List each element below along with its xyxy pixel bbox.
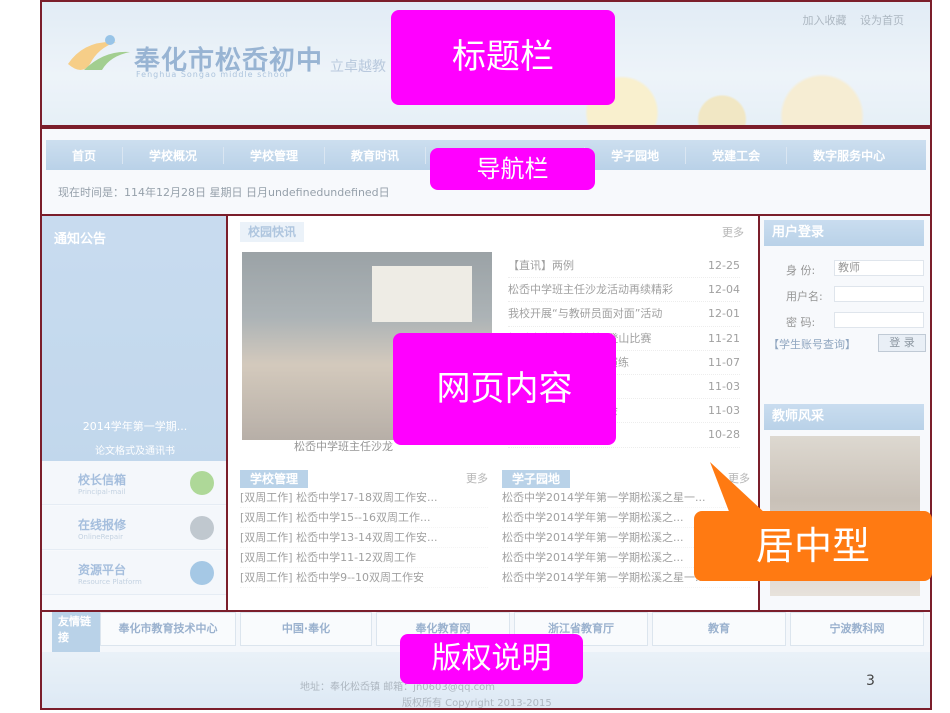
nav-item-digital[interactable]: 数字服务中心 <box>787 147 911 164</box>
school-management-tab[interactable]: 学校管理 <box>240 470 309 488</box>
nav-item-management[interactable]: 学校管理 <box>224 146 326 164</box>
school-management-panel: 学校管理 更多 [双周工作] 松岙中学17-18双周工作安... [双周工作] … <box>240 468 488 588</box>
more-link[interactable]: 更多 <box>466 470 488 486</box>
list-item[interactable]: [双周工作] 松岙中学9--10双周工作安 <box>240 568 488 588</box>
list-item[interactable]: [双周工作] 松岙中学17-18双周工作安... <box>240 488 488 508</box>
service-title: 资源平台 <box>78 563 127 577</box>
current-time: 现在时间是：114年12月28日 星期日 日月undefinedundefine… <box>58 186 390 199</box>
username-label: 用户名: <box>786 290 823 303</box>
set-homepage-link[interactable]: 设为首页 <box>860 14 904 27</box>
link-banner[interactable]: 教育 <box>652 612 786 646</box>
globe-icon <box>190 561 214 585</box>
nav-item-students[interactable]: 学子园地 <box>585 146 687 164</box>
more-link[interactable]: 更多 <box>722 224 744 240</box>
nav-item-home[interactable]: 首页 <box>46 146 124 164</box>
tools-icon <box>190 516 214 540</box>
list-item[interactable]: 松岙中学班主任沙龙活动再续精彩 12-04 <box>508 278 740 303</box>
identity-select[interactable]: 教师 <box>834 260 924 276</box>
online-repair-button[interactable]: 在线报修 OnlineRepair <box>42 506 228 550</box>
password-label: 密 码: <box>786 316 816 329</box>
list-item[interactable]: 我校开展“与教研员面对面”活动 12-01 <box>508 302 740 327</box>
school-logo-icon <box>68 35 130 70</box>
nav-bar-label: 导航栏 <box>430 148 595 190</box>
content-label: 网页内容 <box>393 333 616 445</box>
school-slogan: 立卓越教 <box>330 59 386 75</box>
top-links: 加入收藏 设为首页 <box>793 12 905 28</box>
password-input[interactable] <box>834 312 924 328</box>
list-item[interactable]: [双周工作] 松岙中学11-12双周工作 <box>240 548 488 568</box>
footer-copyright: 版权所有 Copyright 2013-2015 <box>402 698 552 709</box>
service-subtitle: OnlineRepair <box>78 533 123 541</box>
copyright-label: 版权说明 <box>400 634 583 684</box>
list-item[interactable]: 【直讯】两例 12-25 <box>508 254 740 279</box>
photo-caption[interactable]: 松岙中学班主任沙龙 <box>294 438 393 454</box>
school-english-name: Fenghua Songao middle school <box>136 70 289 79</box>
nav-item-overview[interactable]: 学校概况 <box>123 146 225 164</box>
login-title: 用户登录 <box>764 220 924 246</box>
principal-mail-button[interactable]: 校长信箱 Principal-mail <box>42 461 228 505</box>
left-column: 通知公告 2014学年第一学期... 论文格式及通讯书 校长信箱 Princip… <box>42 216 228 610</box>
service-subtitle: Principal-mail <box>78 488 126 496</box>
nav-item-news[interactable]: 教育时讯 <box>325 146 427 164</box>
teacher-showcase-title: 教师风采 <box>764 404 924 430</box>
service-title: 校长信箱 <box>78 473 127 487</box>
link-banner[interactable]: 中国·奉化 <box>240 612 372 646</box>
add-favorite-link[interactable]: 加入收藏 <box>803 14 847 27</box>
centered-layout-callout: 居中型 <box>694 511 932 581</box>
service-title: 在线报修 <box>78 518 127 532</box>
link-banner[interactable]: 奉化市教育技术中心 <box>100 612 236 646</box>
login-button[interactable]: 登 录 <box>878 334 926 352</box>
campus-news-tab[interactable]: 校园快讯 <box>240 222 305 242</box>
notice-item-2[interactable]: 论文格式及通讯书 <box>42 442 228 457</box>
service-subtitle: Resource Platform <box>78 578 142 586</box>
link-banner[interactable]: 宁波教科网 <box>790 612 924 646</box>
nav-item-party[interactable]: 党建工会 <box>686 146 788 164</box>
mail-icon <box>190 471 214 495</box>
links-title: 友情链接 <box>52 610 100 652</box>
title-bar-label: 标题栏 <box>391 10 615 105</box>
slide: 奉化市松岙初中 Fenghua Songao middle school 立卓越… <box>0 0 950 713</box>
page-number: 3 <box>866 673 875 689</box>
list-item[interactable]: [双周工作] 松岙中学13-14双周工作安... <box>240 528 488 548</box>
student-garden-tab[interactable]: 学子园地 <box>502 470 571 488</box>
list-item[interactable]: [双周工作] 松岙中学15--16双周工作... <box>240 508 488 528</box>
notice-title: 通知公告 <box>54 232 107 247</box>
notice-panel: 通知公告 2014学年第一学期... 论文格式及通讯书 <box>42 216 228 461</box>
identity-label: 身 份: <box>786 264 816 277</box>
callout-pointer-icon <box>710 462 766 514</box>
username-input[interactable] <box>834 286 924 302</box>
resource-platform-button[interactable]: 资源平台 Resource Platform <box>42 551 228 595</box>
photo-screen <box>372 266 472 322</box>
notice-item[interactable]: 2014学年第一学期... <box>42 418 228 434</box>
student-account-query-link[interactable]: 【学生账号查询】 <box>768 336 856 352</box>
